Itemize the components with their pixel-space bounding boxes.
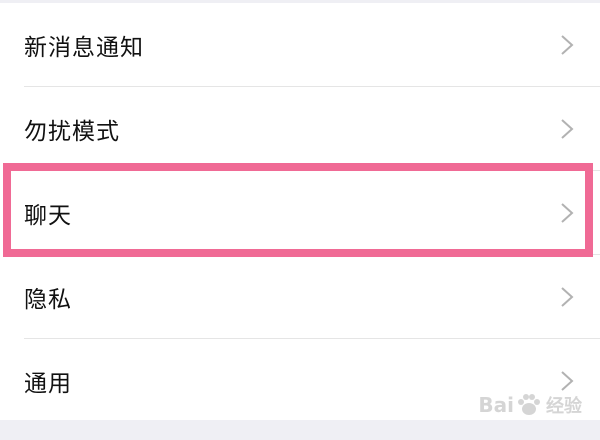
- bottom-gap: [0, 420, 600, 440]
- settings-item-label: 新消息通知: [24, 35, 144, 61]
- settings-list: 新消息通知 勿扰模式 聊天 隐私 通用: [0, 3, 600, 420]
- chevron-right-icon: [561, 371, 574, 391]
- settings-item-chat[interactable]: 聊天: [0, 171, 600, 255]
- chevron-right-icon: [561, 35, 574, 55]
- chevron-right-icon: [561, 203, 574, 223]
- baidu-jingyan-watermark: Bai 经验: [478, 392, 582, 418]
- settings-item-label: 勿扰模式: [24, 119, 120, 145]
- chevron-right-icon: [561, 287, 574, 307]
- settings-item-label: 通用: [24, 371, 72, 397]
- watermark-text-right: 经验: [546, 396, 582, 417]
- settings-item-label: 聊天: [24, 203, 72, 229]
- settings-item-privacy[interactable]: 隐私: [0, 255, 600, 339]
- settings-item-label: 隐私: [24, 287, 72, 313]
- watermark-text-left: Bai: [478, 393, 514, 417]
- settings-item-new-message-notification[interactable]: 新消息通知: [0, 3, 600, 87]
- baidu-paw-icon: [518, 394, 540, 415]
- chevron-right-icon: [561, 119, 574, 139]
- settings-item-do-not-disturb[interactable]: 勿扰模式: [0, 87, 600, 171]
